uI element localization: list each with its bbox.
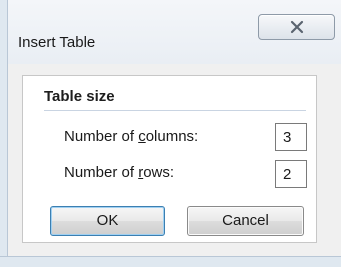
table-size-heading: Table size xyxy=(44,88,115,105)
rows-label: Number of rows: xyxy=(64,164,175,181)
columns-label: Number of columns: xyxy=(64,128,199,145)
close-button[interactable] xyxy=(258,14,335,40)
window-frame-left xyxy=(0,0,8,267)
cancel-button[interactable]: Cancel xyxy=(187,206,304,236)
close-icon xyxy=(290,20,303,34)
table-size-divider xyxy=(44,110,306,111)
title-bar[interactable]: Insert Table xyxy=(0,0,341,64)
rows-input[interactable] xyxy=(275,160,307,188)
window-frame-bottom xyxy=(0,256,341,267)
columns-input[interactable] xyxy=(275,123,307,151)
dialog-title: Insert Table xyxy=(18,34,96,51)
ok-button[interactable]: OK xyxy=(50,206,165,236)
insert-table-dialog: Insert Table Table size Number of column… xyxy=(0,0,341,267)
